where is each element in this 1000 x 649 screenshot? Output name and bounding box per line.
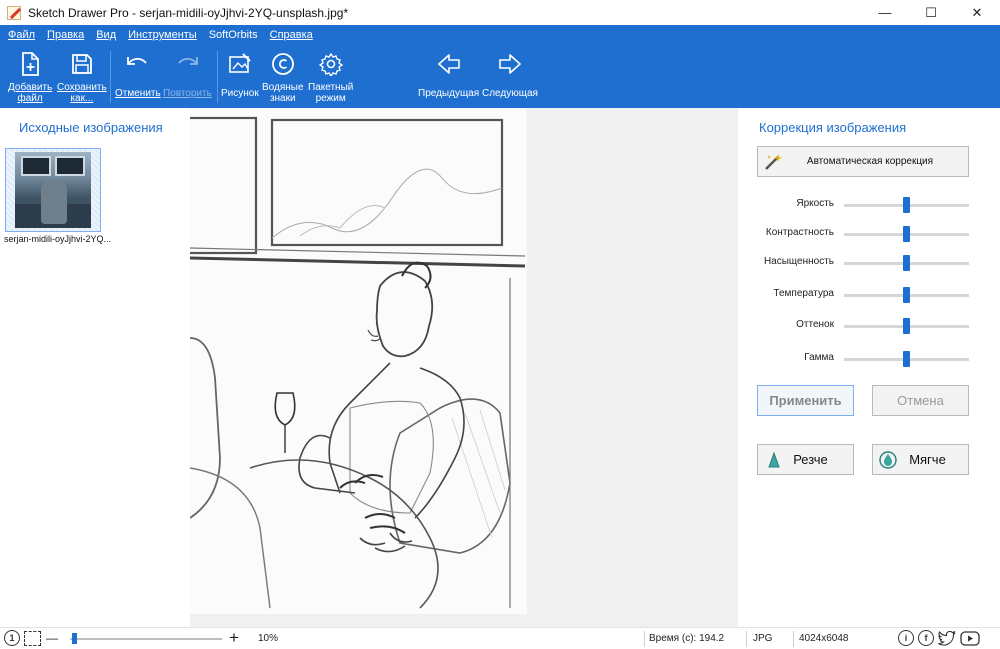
status-separator: [746, 631, 747, 647]
thumbnail-photo: [15, 152, 91, 228]
image-dimensions: 4024x6048: [799, 633, 849, 644]
sketch-drawing: [190, 108, 527, 614]
save-as-button[interactable]: Сохранить как...: [57, 51, 107, 104]
sharpen-icon: [768, 451, 780, 471]
slider-label: Температура: [773, 288, 834, 299]
slider-thumb[interactable]: [903, 318, 910, 334]
slider-thumb[interactable]: [903, 255, 910, 271]
auto-correction-button[interactable]: Автоматическая коррекция: [757, 146, 969, 177]
toolbar-separator: [110, 51, 111, 103]
previous-button[interactable]: Предыдущая: [418, 51, 479, 99]
slider-thumb[interactable]: [903, 197, 910, 213]
slider-track[interactable]: [844, 255, 969, 271]
thumbnail-label: serjan-midili-oyJjhvi-2YQ...: [4, 234, 112, 244]
menu-view[interactable]: Вид: [96, 28, 116, 42]
slider-track[interactable]: [844, 197, 969, 213]
zoom-level: 10%: [258, 633, 279, 644]
slider-track[interactable]: [844, 351, 969, 367]
actual-size-icon[interactable]: 1: [4, 630, 20, 646]
slider-label: Оттенок: [796, 319, 834, 330]
magic-wand-icon: [764, 153, 784, 174]
slider-thumb[interactable]: [903, 351, 910, 367]
redo-button[interactable]: Повторить: [163, 51, 212, 99]
watermarks-button[interactable]: Водяные знаки: [262, 51, 304, 104]
menu-file[interactable]: Файл: [8, 28, 35, 42]
slider-row: Оттенок: [738, 318, 1000, 334]
menu-help[interactable]: Справка: [270, 28, 313, 42]
slider-track[interactable]: [844, 287, 969, 303]
slider-row: Контрастность: [738, 226, 1000, 242]
cancel-button[interactable]: Отмена: [872, 385, 969, 416]
status-bar: 1 — + 10% Время (с): 194.2 JPG 4024x6048…: [0, 627, 1000, 649]
next-button[interactable]: Следующая: [482, 51, 538, 99]
add-file-button[interactable]: Добавить файл: [8, 51, 52, 104]
title-bar: Sketch Drawer Pro - serjan-midili-oyJjhv…: [0, 0, 1000, 25]
slider-row: Яркость: [738, 197, 1000, 213]
canvas-area[interactable]: [190, 108, 738, 627]
drawing-button[interactable]: Рисунок: [221, 51, 259, 99]
arrow-right-icon: [497, 51, 523, 77]
fit-to-window-icon[interactable]: [24, 631, 41, 646]
status-separator: [644, 631, 645, 647]
redo-icon: [174, 51, 200, 77]
slider-label: Гамма: [804, 352, 834, 363]
slider-row: Гамма: [738, 351, 1000, 367]
zoom-slider[interactable]: [70, 633, 222, 644]
slider-label: Яркость: [796, 198, 834, 209]
slider-label: Насыщенность: [763, 256, 834, 267]
slider-thumb[interactable]: [903, 226, 910, 242]
info-icon[interactable]: i: [898, 630, 914, 646]
undo-button[interactable]: Отменить: [115, 51, 161, 99]
minimize-button[interactable]: —: [862, 0, 908, 25]
slider-track[interactable]: [844, 226, 969, 242]
sketch-preview[interactable]: [190, 108, 527, 614]
processing-time: Время (с): 194.2: [649, 633, 725, 644]
menu-softorbits[interactable]: SoftOrbits: [209, 28, 258, 42]
ribbon: Файл Правка Вид Инструменты SoftOrbits С…: [0, 25, 1000, 108]
drawing-icon: [227, 51, 253, 77]
zoom-slider-thumb[interactable]: [71, 633, 77, 644]
slider-row: Температура: [738, 287, 1000, 303]
image-correction-panel: Коррекция изображения Автоматическая кор…: [738, 108, 1000, 627]
source-images-panel: Исходные изображения serjan-midili-oyJjh…: [0, 108, 190, 627]
window-title: Sketch Drawer Pro - serjan-midili-oyJjhv…: [28, 5, 349, 20]
soften-icon: [879, 451, 897, 472]
youtube-icon[interactable]: [960, 631, 980, 649]
window-controls: — ☐ ✕: [862, 0, 1000, 25]
undo-icon: [125, 51, 151, 77]
image-correction-title: Коррекция изображения: [759, 120, 907, 135]
maximize-button[interactable]: ☐: [908, 0, 954, 25]
slider-thumb[interactable]: [903, 287, 910, 303]
slider-row: Насыщенность: [738, 255, 1000, 271]
slider-track[interactable]: [844, 318, 969, 334]
status-separator: [793, 631, 794, 647]
menu-tools[interactable]: Инструменты: [128, 28, 197, 42]
menu-edit[interactable]: Правка: [47, 28, 84, 42]
softer-button[interactable]: Мягче: [872, 444, 969, 475]
source-images-title: Исходные изображения: [19, 120, 163, 135]
sharper-button[interactable]: Резче: [757, 444, 854, 475]
close-button[interactable]: ✕: [954, 0, 1000, 25]
facebook-icon[interactable]: f: [918, 630, 934, 646]
menu-bar: Файл Правка Вид Инструменты SoftOrbits С…: [8, 28, 325, 42]
gear-icon: [318, 51, 344, 77]
zoom-in-button[interactable]: +: [229, 628, 239, 647]
apply-button[interactable]: Применить: [757, 385, 854, 416]
app-icon: [6, 5, 22, 21]
add-file-icon: [17, 51, 43, 77]
copyright-icon: [270, 51, 296, 77]
arrow-left-icon: [436, 51, 462, 77]
slider-label: Контрастность: [765, 227, 834, 238]
image-thumbnail[interactable]: [5, 148, 101, 232]
toolbar-separator: [217, 51, 218, 103]
twitter-icon[interactable]: [938, 630, 956, 649]
save-icon: [69, 51, 95, 77]
batch-mode-button[interactable]: Пакетный режим: [308, 51, 353, 104]
zoom-out-button[interactable]: —: [46, 631, 58, 645]
image-format: JPG: [753, 633, 773, 644]
